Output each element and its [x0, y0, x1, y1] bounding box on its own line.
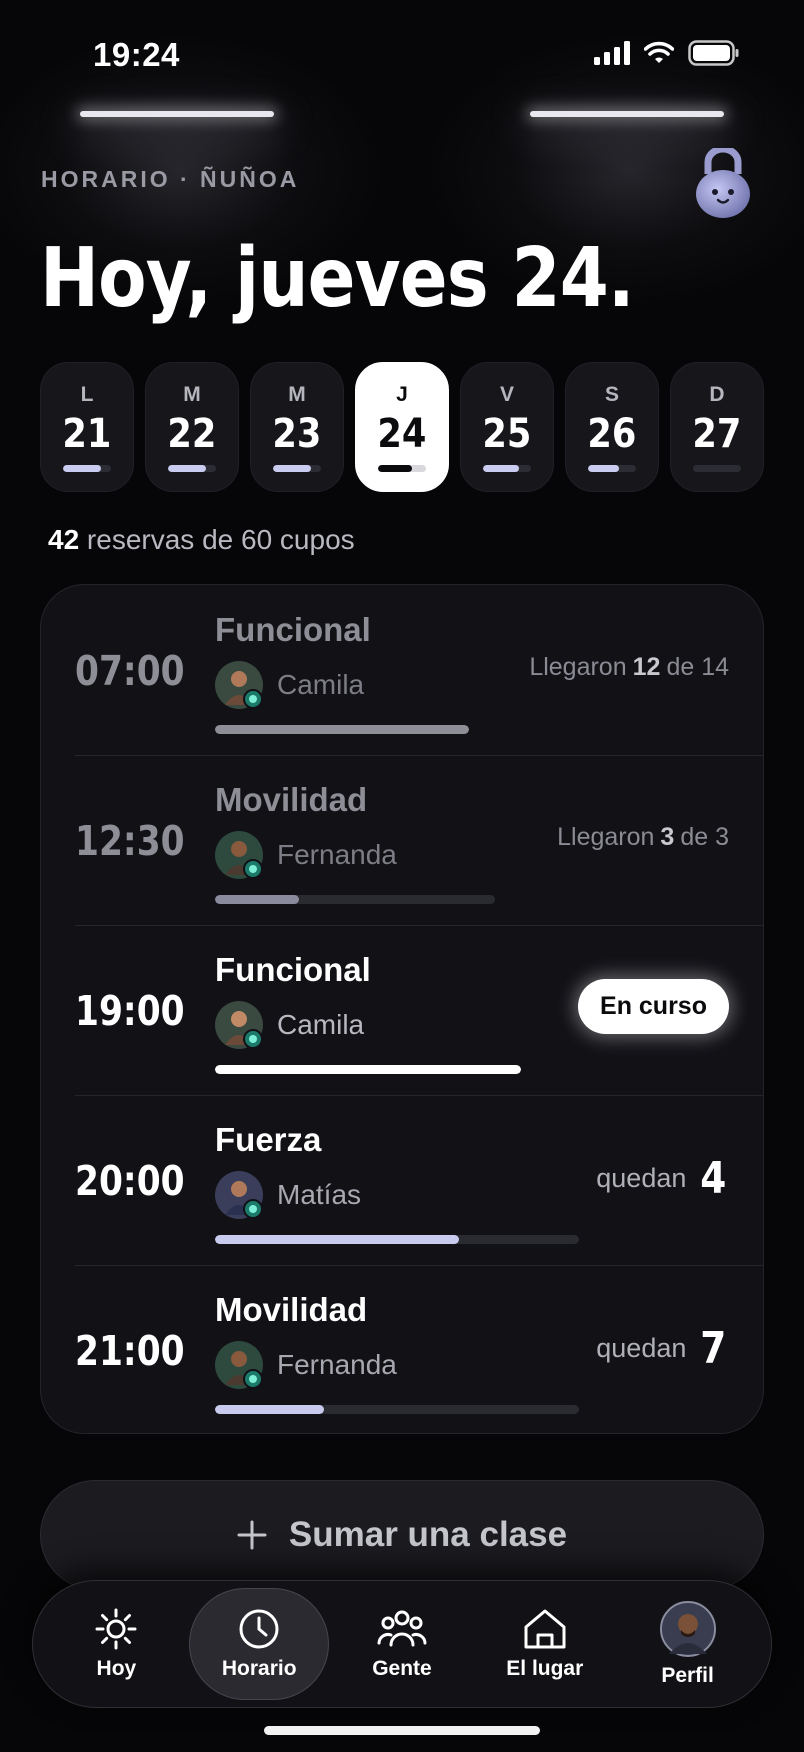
tab-label: Hoy [96, 1657, 137, 1680]
class-time: 19:00 [75, 987, 185, 1035]
ceiling-lamp-right [530, 111, 724, 117]
home-indicator [264, 1726, 540, 1735]
day-occupancy-bar [483, 465, 531, 472]
day-number: 25 [482, 411, 532, 457]
day-letter: M [288, 383, 306, 406]
coach-name: Matías [277, 1179, 362, 1210]
status-icons [594, 40, 740, 66]
class-schedule-card: 07:00 Funcional Camila Llegaron 12 de 14… [40, 584, 764, 1434]
day-letter: V [499, 383, 514, 406]
coach-name: Camila [277, 669, 365, 700]
class-name: Funcional [215, 951, 371, 988]
coach-name: Fernanda [277, 1349, 397, 1380]
tab-el-lugar[interactable]: El lugar [475, 1588, 615, 1700]
day-occupancy-bar [273, 465, 321, 472]
class-name: Movilidad [215, 781, 368, 818]
class-row[interactable]: 21:00 Movilidad Fernanda quedan 7 [41, 1265, 763, 1433]
day-chip-21[interactable]: L 21 [40, 362, 134, 492]
clock-icon [239, 1609, 279, 1649]
tab-label: Horario [221, 1657, 297, 1680]
plus-icon [237, 1520, 267, 1550]
day-letter: M [183, 383, 201, 406]
class-time: 12:30 [75, 817, 185, 865]
location-eyebrow: HORARIO · ÑUÑOA [41, 166, 300, 192]
coach-avatar [215, 1341, 263, 1389]
coach-avatar [215, 1001, 263, 1049]
class-name: Movilidad [215, 1291, 368, 1328]
class-capacity-bar [215, 1235, 579, 1244]
day-chip-24-selected[interactable]: J 24 [355, 362, 449, 492]
day-number: 22 [167, 411, 217, 457]
reservations-summary: 42 reservas de 60 cupos [48, 524, 355, 556]
class-row[interactable]: 12:30 Movilidad Fernanda Llegaron 3 de 3 [41, 755, 763, 925]
day-occupancy-bar [168, 465, 216, 472]
day-letter: S [604, 383, 619, 406]
spots-left: quedan 4 [596, 1153, 727, 1204]
page-title: Hoy, jueves 24. [40, 231, 635, 326]
avatar [659, 1601, 716, 1657]
coach-name: Fernanda [277, 839, 397, 870]
day-number: 26 [587, 411, 637, 457]
day-chip-22[interactable]: M 22 [145, 362, 239, 492]
week-day-selector: L 21 M 22 M 23 J 24 V 25 S 26 D 27 [40, 362, 764, 492]
attendance-label: Llegaron 3 de 3 [557, 823, 729, 851]
kettlebell-mascot-icon[interactable] [694, 148, 752, 218]
ceiling-lamp-left [80, 111, 274, 117]
coach-avatar [215, 661, 263, 709]
tab-perfil[interactable]: Perfil [618, 1588, 758, 1700]
class-progress-bar [215, 895, 495, 904]
coach-avatar [215, 1171, 263, 1219]
tab-label: Gente [372, 1657, 432, 1680]
day-chip-27[interactable]: D 27 [670, 362, 764, 492]
spots-left: quedan 7 [596, 1323, 727, 1374]
reservations-text: reservas de 60 cupos [79, 524, 355, 555]
class-capacity-bar [215, 1405, 579, 1414]
class-time: 07:00 [75, 647, 185, 695]
day-number: 24 [377, 411, 427, 457]
attendance-label: Llegaron 12 de 14 [529, 653, 729, 681]
class-progress-bar [215, 1065, 521, 1074]
day-occupancy-bar [693, 465, 741, 472]
status-time: 19:24 [93, 36, 180, 73]
day-chip-26[interactable]: S 26 [565, 362, 659, 492]
bottom-tab-bar: Hoy Horario Gente El lugar Perfil [32, 1580, 772, 1708]
day-letter: D [709, 383, 725, 406]
class-row-current[interactable]: 19:00 Funcional Camila En curso [41, 925, 763, 1095]
tab-horario[interactable]: Horario [189, 1588, 330, 1700]
coach-name: Camila [277, 1009, 365, 1040]
day-letter: L [80, 383, 94, 406]
class-time: 21:00 [75, 1327, 185, 1375]
class-name: Funcional [215, 611, 371, 648]
day-letter: J [396, 383, 408, 406]
wifi-icon [644, 41, 674, 63]
in-progress-badge: En curso [578, 979, 729, 1034]
tab-label: El lugar [506, 1657, 584, 1680]
day-occupancy-bar [588, 465, 636, 472]
tab-hoy[interactable]: Hoy [46, 1588, 186, 1700]
tab-label: Perfil [661, 1664, 714, 1687]
day-chip-25[interactable]: V 25 [460, 362, 554, 492]
class-row[interactable]: 07:00 Funcional Camila Llegaron 12 de 14 [41, 585, 763, 755]
coach-avatar [215, 831, 263, 879]
day-chip-23[interactable]: M 23 [250, 362, 344, 492]
class-row[interactable]: 20:00 Fuerza Matías quedan 4 [41, 1095, 763, 1265]
day-number: 27 [692, 411, 742, 457]
day-occupancy-bar [63, 465, 111, 472]
tab-gente[interactable]: Gente [332, 1588, 472, 1700]
house-icon [524, 1609, 566, 1649]
signal-icon [594, 41, 630, 65]
class-name: Fuerza [215, 1121, 322, 1158]
people-icon [377, 1610, 427, 1647]
class-time: 20:00 [75, 1157, 185, 1205]
day-number: 23 [272, 411, 322, 457]
day-occupancy-bar [378, 465, 426, 472]
add-class-label: Sumar una clase [288, 1515, 568, 1554]
day-number: 21 [62, 411, 112, 457]
reservations-count: 42 [48, 524, 80, 555]
battery-icon [688, 40, 739, 66]
sun-icon [95, 1608, 137, 1650]
class-progress-bar [215, 725, 469, 734]
add-class-button[interactable]: Sumar una clase [40, 1480, 764, 1590]
